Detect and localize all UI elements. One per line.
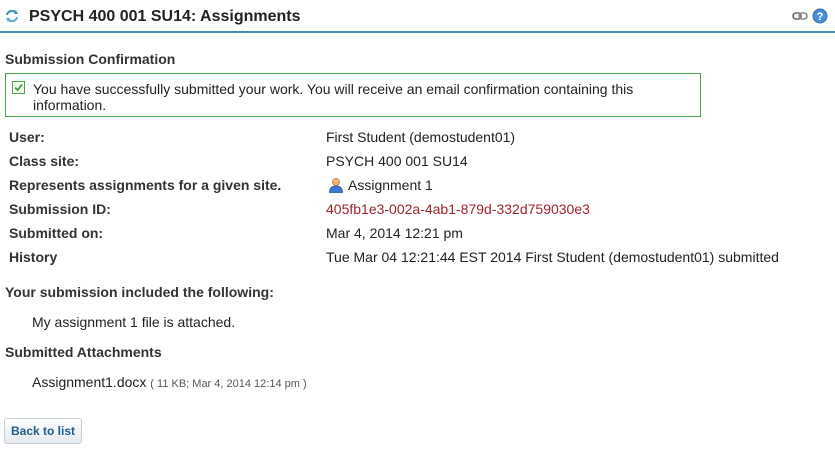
attachment-item: Assignment1.docx ( 11 KB; Mar 4, 2014 12… (32, 374, 307, 390)
confirmation-heading: Submission Confirmation (5, 51, 176, 67)
page-title: PSYCH 400 001 SU14: Assignments (29, 8, 301, 25)
checkmark-icon (12, 81, 25, 94)
help-icon[interactable]: ? (812, 8, 828, 24)
submission-id-label: Submission ID: (9, 201, 111, 217)
history-value: Tue Mar 04 12:21:44 EST 2014 First Stude… (326, 249, 779, 265)
submission-text: My assignment 1 file is attached. (32, 314, 236, 330)
submission-id-value: 405fb1e3-002a-4ab1-879d-332d759030e3 (326, 201, 590, 217)
user-icon (329, 178, 343, 193)
link-icon[interactable] (792, 10, 808, 22)
assignment-value: Assignment 1 (348, 177, 433, 193)
user-label: User: (9, 129, 45, 145)
success-message-box: You have successfully submitted your wor… (5, 73, 701, 117)
submitted-on-value: Mar 4, 2014 12:21 pm (326, 225, 463, 241)
success-message: You have successfully submitted your wor… (33, 81, 634, 113)
user-value: First Student (demostudent01) (326, 129, 516, 145)
reset-icon[interactable] (5, 9, 19, 23)
history-label: History (9, 249, 58, 265)
submission-heading: Your submission included the following: (5, 284, 274, 300)
submitted-on-label: Submitted on: (9, 225, 104, 241)
assignment-label: Represents assignments for a given site. (9, 177, 282, 193)
back-to-list-button[interactable]: Back to list (4, 418, 82, 444)
attachment-link[interactable]: Assignment1.docx (32, 374, 146, 390)
class-site-label: Class site: (9, 153, 80, 169)
attachment-meta: ( 11 KB; Mar 4, 2014 12:14 pm ) (150, 378, 307, 390)
attachments-heading: Submitted Attachments (5, 344, 162, 360)
svg-text:?: ? (817, 11, 824, 23)
title-bar: PSYCH 400 001 SU14: Assignments ? (0, 0, 835, 33)
class-site-value: PSYCH 400 001 SU14 (326, 153, 468, 169)
